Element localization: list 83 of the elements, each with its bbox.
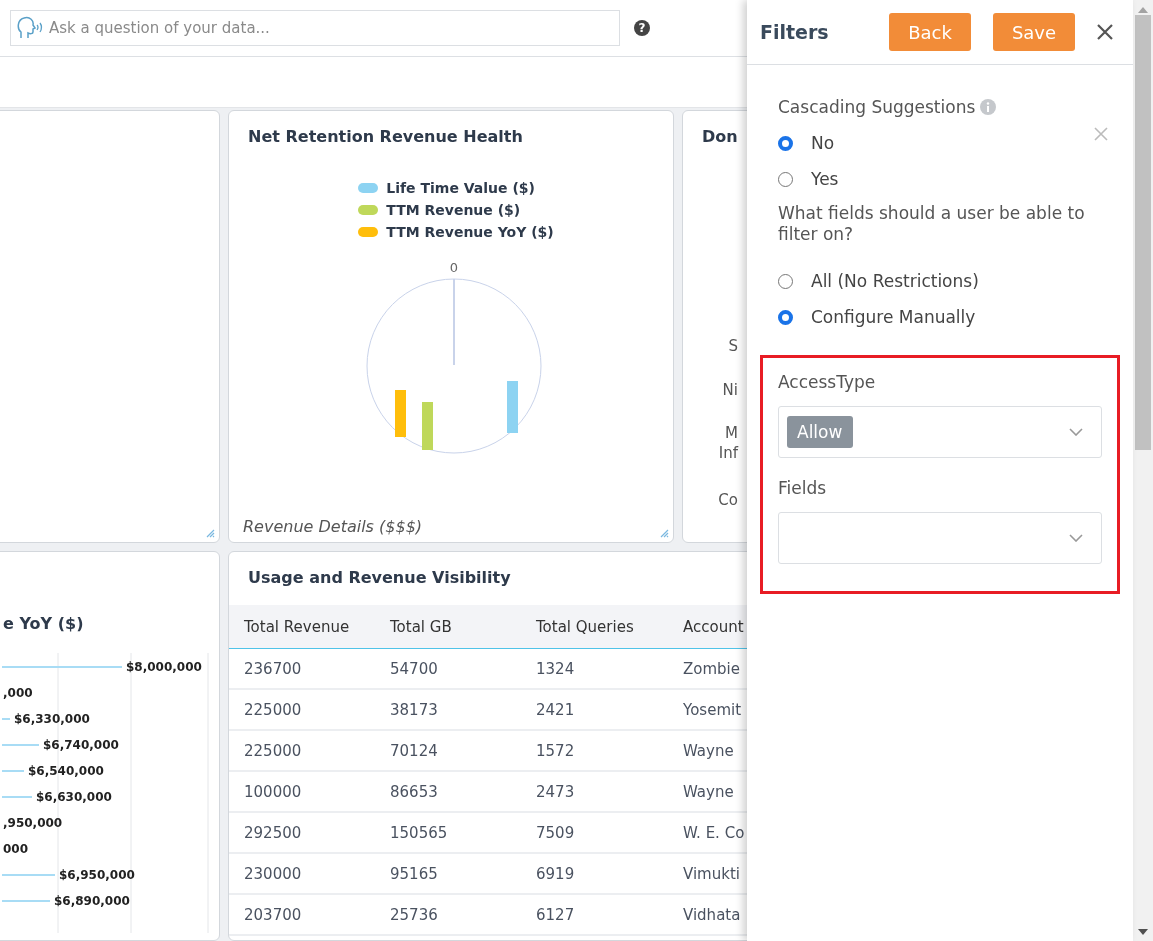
bar-line [2,874,55,876]
radio-label[interactable]: Configure Manually [811,307,976,327]
table-cell: 150565 [375,812,521,853]
radio-button[interactable] [778,171,793,187]
data-label: $8,000,000 [126,660,202,674]
table-cell: 25736 [375,894,521,935]
data-label: $6,950,000 [59,868,135,882]
field-label: Cascading Suggestions [778,97,976,117]
data-label: ,950,000 [3,816,63,830]
column-header[interactable]: Account [668,605,747,649]
table-cell: 230000 [229,853,375,894]
chevron-down-icon[interactable] [1069,428,1083,436]
table-cell: 225000 [229,730,375,771]
multi-select-field[interactable] [778,512,1102,564]
row-label: Co [718,490,738,510]
column-header[interactable]: Total GB [375,605,521,649]
bar-line [2,718,10,720]
panel-title: Filters [760,21,830,43]
table-cell: 100000 [229,771,375,812]
legend-item[interactable]: TTM Revenue YoY ($) [358,224,554,240]
scroll-down-icon[interactable] [1138,929,1148,935]
column-header[interactable]: Total Revenue [229,605,375,649]
radio-button[interactable] [778,135,793,151]
row-label: S [728,336,738,356]
info-icon[interactable] [980,99,997,115]
field-label: Fields [778,478,827,498]
radio-label[interactable]: All (No Restrictions) [811,271,979,291]
scrollbar-thumb[interactable] [1135,15,1151,450]
data-label: ,000 [3,686,33,700]
table-cell: 292500 [229,812,375,853]
data-label: $6,740,000 [43,738,119,752]
table-cell: 225000 [229,689,375,730]
bar-line [2,796,32,798]
data-label: $6,890,000 [54,894,130,908]
bar [422,402,433,450]
bar-line [2,744,39,746]
card-title: Usage and Revenue Visibility [247,567,512,587]
chart-caption: Revenue Details ($$$) [243,517,423,536]
table-cell: 2421 [521,689,668,730]
question-text: What fields should a user be able to filter on? [778,203,1086,245]
chevron-down-icon[interactable] [1069,534,1083,542]
table-cell: 2473 [521,771,668,812]
table-cell: 236700 [229,648,375,689]
search-field[interactable]: Ask a question of your data... [10,10,620,46]
help-icon[interactable]: ? [634,20,650,36]
table-cell: 7509 [521,812,668,853]
radio-button[interactable] [778,273,793,289]
legend-item[interactable]: Life Time Value ($) [358,180,554,196]
legend-item[interactable]: TTM Revenue ($) [358,202,554,218]
column-header[interactable]: Total Queries [521,605,668,649]
data-label: 000 [3,842,29,856]
resize-grip-icon[interactable] [205,528,215,538]
radio-label[interactable]: No [811,133,835,153]
table-cell: 1324 [521,648,668,689]
table-cell: 70124 [375,730,521,771]
chart-title: e YoY ($) [3,614,84,633]
data-label: $6,540,000 [28,764,104,778]
bar [507,381,518,433]
bar-line [2,770,24,772]
table-cell: 203700 [229,894,375,935]
bar [395,390,406,437]
card-title: Net Retention Revenue Health [247,126,524,146]
axis-label: 0 [449,260,459,275]
scroll-up-icon[interactable] [1138,7,1148,13]
radio-button[interactable] [778,309,793,325]
table-cell: 6919 [521,853,668,894]
bar-line [2,900,50,902]
data-label: $6,630,000 [36,790,112,804]
row-label: M [725,423,738,443]
table-cell: 38173 [375,689,521,730]
field-label: AccessType [778,372,876,392]
close-icon[interactable] [1097,24,1113,40]
resize-grip-icon[interactable] [659,528,669,538]
table-cell: 95165 [375,853,521,894]
table-cell: 54700 [375,648,521,689]
row-label: Inf [718,443,738,463]
card-title: Don [701,126,738,146]
row-label: Ni [722,380,738,400]
radio-label[interactable]: Yes [811,169,839,189]
table-cell: 86653 [375,771,521,812]
data-label: $6,330,000 [14,712,90,726]
table-cell: 1572 [521,730,668,771]
table-cell: 6127 [521,894,668,935]
